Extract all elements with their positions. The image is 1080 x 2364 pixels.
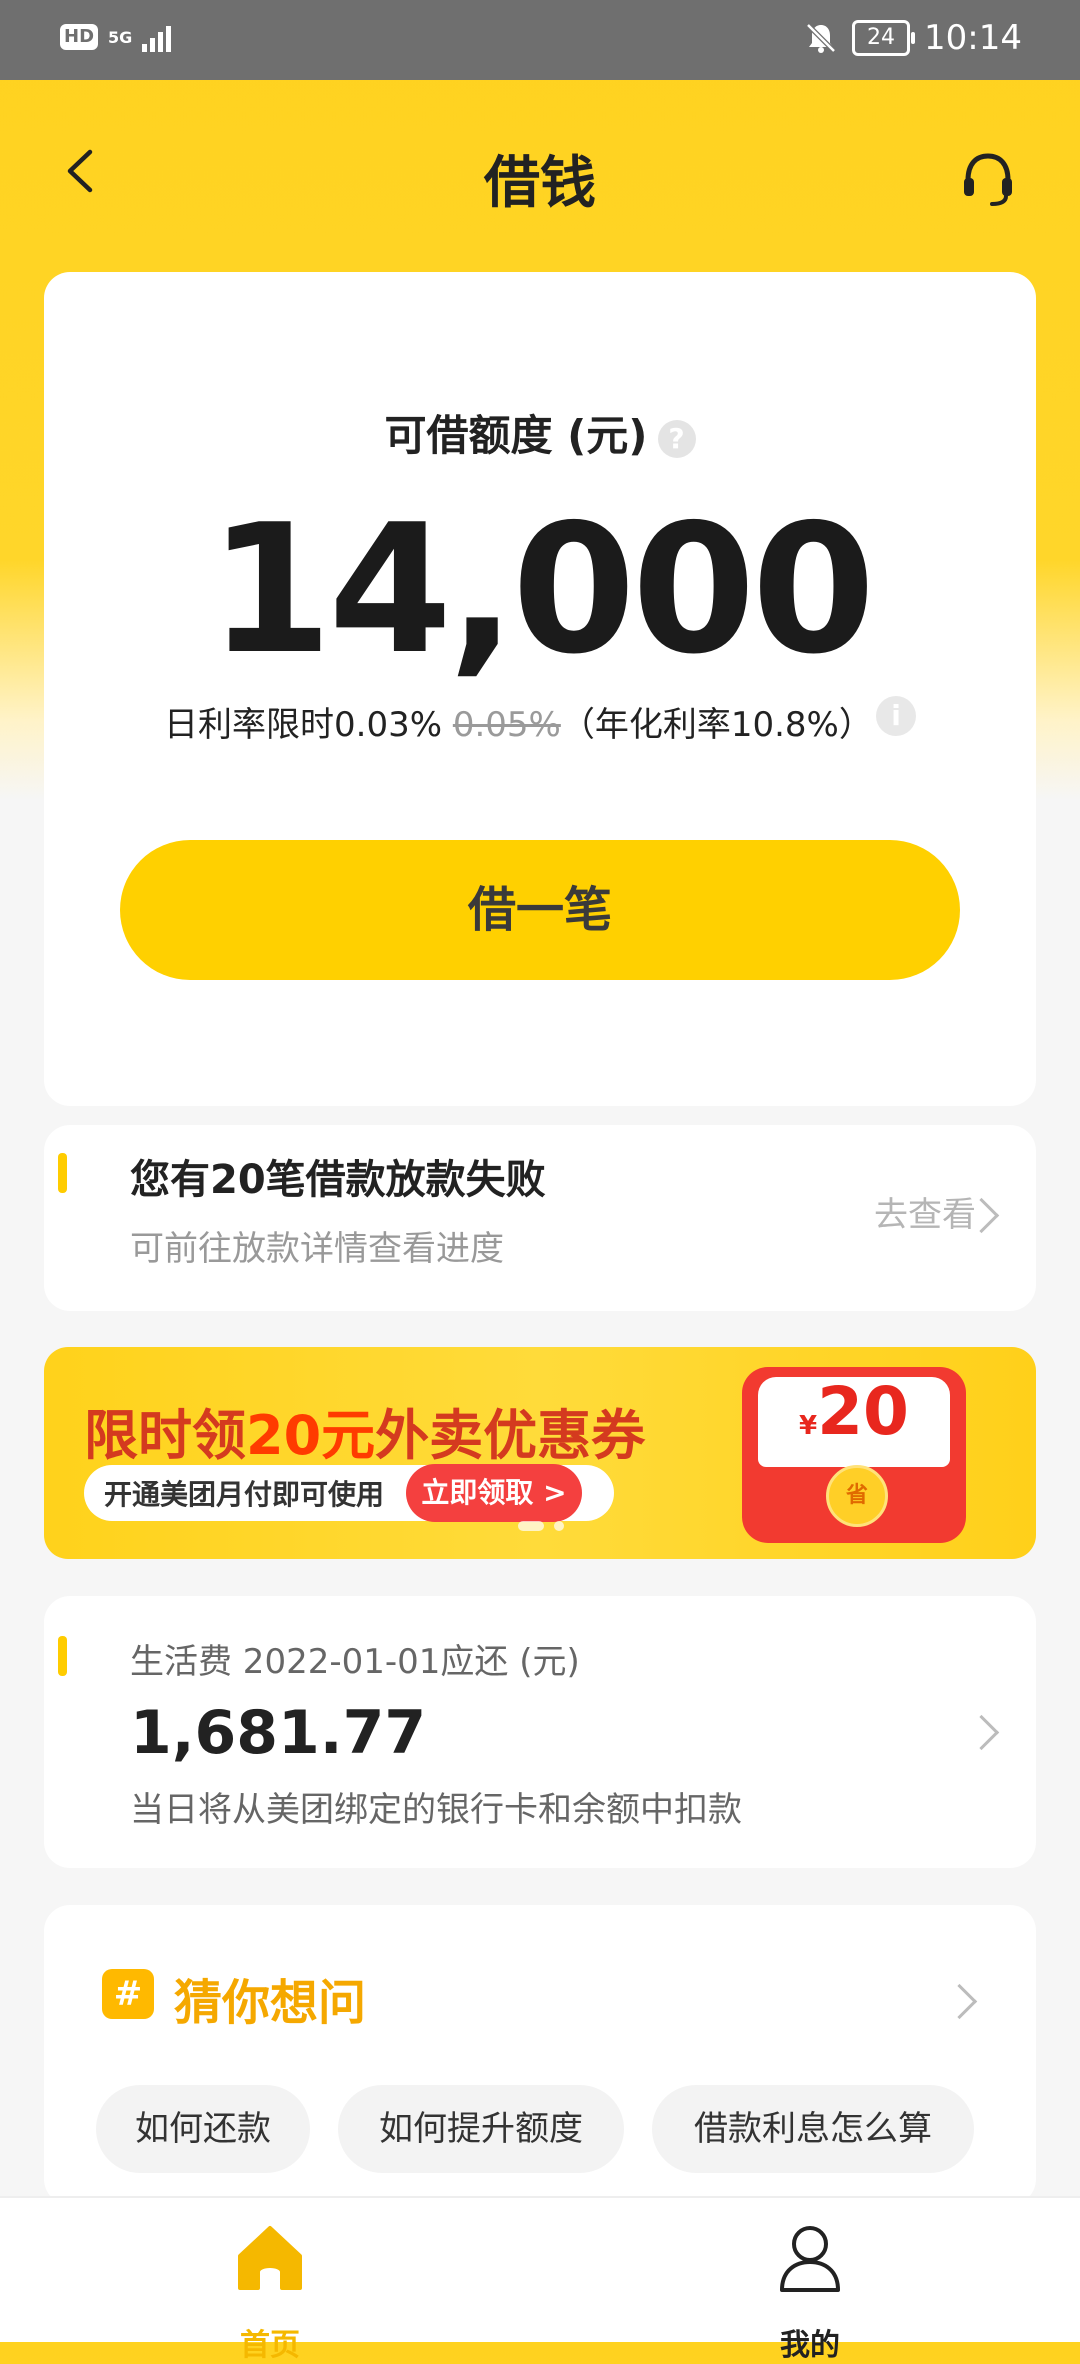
credit-limit-card: 可借额度 (元)? 14,000 日利率限时0.03% 0.05%（年化利率10… — [44, 272, 1036, 1106]
envelope-amount: ¥20 — [758, 1373, 950, 1450]
page-title: 借钱 — [484, 151, 596, 216]
repayment-label: 生活费 2022-01-01应还 (元) — [130, 1642, 580, 1682]
repayment-note: 当日将从美团绑定的银行卡和余额中扣款 — [130, 1790, 742, 1830]
help-question-icon[interactable]: ? — [657, 419, 696, 458]
rate-info-icon[interactable]: i — [876, 696, 916, 736]
carousel-dot — [554, 1521, 564, 1531]
faq-chip-interest[interactable]: 借款利息怎么算 — [652, 2085, 974, 2173]
coin-icon: 省 — [826, 1465, 888, 1527]
credit-limit-amount: 14,000 — [208, 486, 876, 693]
accent-bar — [58, 1636, 67, 1676]
rate-annualized: （年化利率10.8%） — [560, 705, 873, 745]
person-icon — [780, 2226, 840, 2292]
interest-rate-text: 日利率限时0.03% 0.05%（年化利率10.8%） — [164, 697, 873, 746]
view-details-link[interactable]: 去查看 — [874, 1187, 976, 1236]
nav-mine[interactable]: 我的 — [730, 2218, 890, 2363]
nav-home-label: 首页 — [240, 2328, 300, 2363]
chevron-right-icon[interactable] — [941, 1983, 978, 2020]
faq-card: # 猜你想问 如何还款 如何提升额度 借款利息怎么算 — [44, 1905, 1036, 2205]
mute-bell-icon — [806, 23, 836, 53]
loan-failure-notice[interactable]: 您有20笔借款放款失败 可前往放款详情查看进度 去查看 — [44, 1125, 1036, 1311]
nav-home[interactable]: 首页 — [190, 2218, 350, 2363]
credit-limit-label: 可借额度 (元) — [384, 411, 648, 460]
bottom-navigation: 首页 我的 — [0, 2196, 1080, 2363]
carousel-dots — [518, 1521, 564, 1531]
customer-service-headset-icon[interactable] — [958, 148, 1018, 208]
status-right: 24 10:14 — [804, 18, 1022, 58]
battery-icon: 24 — [852, 20, 916, 56]
envelope-amount-value: 20 — [817, 1373, 909, 1450]
banner-title: 限时领20元外卖优惠券 — [84, 1391, 645, 1470]
claim-now-button[interactable]: 立即领取 > — [406, 1464, 582, 1522]
carousel-dot-active — [518, 1521, 544, 1531]
status-left: HD 5G — [60, 22, 172, 52]
status-bar: HD 5G 24 10:14 — [0, 0, 1080, 80]
credit-limit-heading: 可借额度 (元)? — [44, 402, 1036, 463]
banner-title-pre: 限时领 — [84, 1404, 246, 1467]
notice-subtitle: 可前往放款详情查看进度 — [130, 1229, 504, 1269]
banner-title-post: 外卖优惠券 — [375, 1404, 646, 1467]
clock: 10:14 — [924, 18, 1022, 58]
hashtag-icon: # — [102, 1969, 154, 2019]
chevron-right-icon — [963, 1714, 1000, 1751]
repayment-card[interactable]: 生活费 2022-01-01应还 (元) 1,681.77 当日将从美团绑定的银… — [44, 1596, 1036, 1868]
banner-pill-text: 开通美团月付即可使用 — [104, 1478, 385, 1511]
notice-title: 您有20笔借款放款失败 — [130, 1157, 546, 1203]
repayment-amount: 1,681.77 — [130, 1698, 427, 1768]
coupon-banner[interactable]: 限时领20元外卖优惠券 开通美团月付即可使用 立即领取 > ¥20 省 — [44, 1347, 1036, 1559]
faq-title: 猜你想问 — [174, 1975, 367, 2031]
accent-bar — [58, 1153, 67, 1193]
faq-chip-repay[interactable]: 如何还款 — [96, 2085, 310, 2173]
nav-mine-label: 我的 — [780, 2328, 840, 2363]
rate-current: 日利率限时0.03% — [164, 705, 453, 745]
rate-original: 0.05% — [452, 705, 561, 745]
banner-title-highlight: 20元 — [246, 1404, 376, 1467]
network-label: 5G — [108, 27, 133, 47]
faq-chip-raise-limit[interactable]: 如何提升额度 — [338, 2085, 624, 2173]
home-icon — [238, 2226, 302, 2290]
envelope-currency: ¥ — [799, 1411, 818, 1441]
borrow-button[interactable]: 借一笔 — [120, 840, 960, 980]
hd-badge: HD — [60, 24, 99, 50]
signal-icon — [142, 22, 172, 52]
